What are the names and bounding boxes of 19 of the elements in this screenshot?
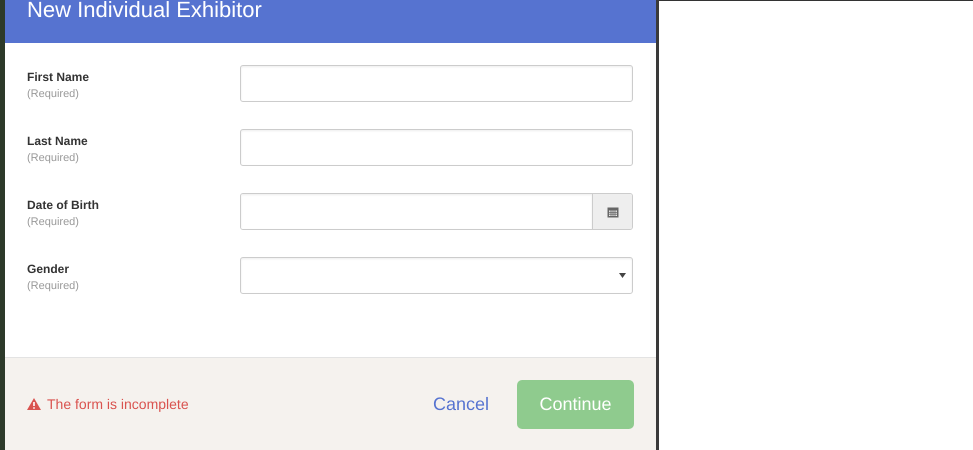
caret-icon xyxy=(619,273,626,278)
field-label: First Name xyxy=(27,70,90,84)
required-hint: (Required) xyxy=(27,216,80,228)
warning-icon xyxy=(27,398,41,410)
text-field[interactable] xyxy=(240,65,633,102)
dialog-title: New Individual Exhibitor xyxy=(27,0,262,21)
cancel-link[interactable]: Cancel xyxy=(432,394,489,414)
calendar-icon xyxy=(606,206,618,218)
required-hint: (Required) xyxy=(27,280,80,292)
calendar-button[interactable] xyxy=(592,194,632,229)
required-hint: (Required) xyxy=(27,152,80,164)
text-field[interactable] xyxy=(240,129,633,166)
date-field[interactable] xyxy=(240,193,633,230)
field-label: Gender xyxy=(27,262,70,276)
field-label: Last Name xyxy=(27,134,89,148)
warning-message: The form is incomplete xyxy=(47,396,189,412)
field-label: Date of Birth xyxy=(27,198,100,212)
dropdown-field[interactable] xyxy=(240,257,633,294)
required-hint: (Required) xyxy=(27,88,80,100)
